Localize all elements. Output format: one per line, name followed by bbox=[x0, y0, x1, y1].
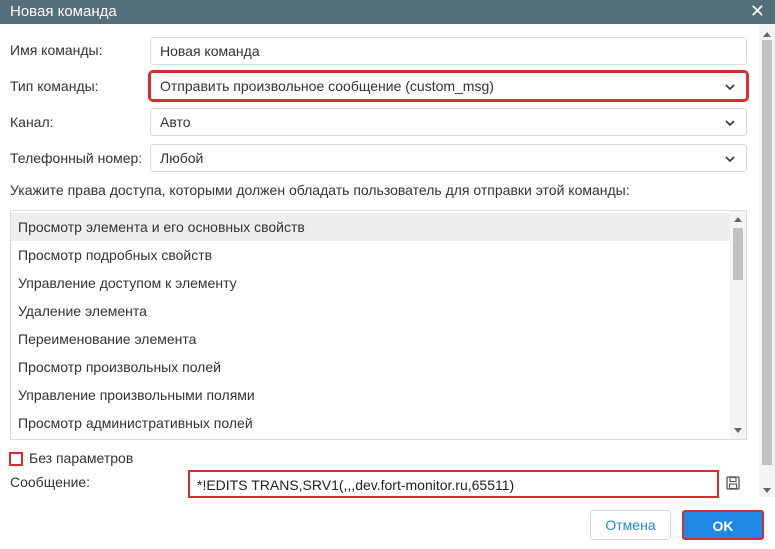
dialog-titlebar: Новая команда ✕ bbox=[0, 0, 775, 24]
scroll-thumb[interactable] bbox=[762, 40, 772, 465]
message-label: Сообщение: bbox=[10, 474, 91, 490]
list-item[interactable]: Просмотр административных полей bbox=[11, 409, 730, 437]
dialog-scrollbar[interactable] bbox=[759, 24, 775, 497]
name-value: Новая команда bbox=[160, 43, 260, 59]
scroll-down-icon[interactable] bbox=[734, 428, 742, 433]
type-select[interactable]: Отправить произвольное сообщение (custom… bbox=[148, 70, 749, 102]
phone-select[interactable]: Любой bbox=[150, 144, 747, 172]
type-label: Тип команды: bbox=[10, 78, 99, 94]
name-label: Имя команды: bbox=[10, 42, 103, 58]
list-item[interactable]: Управление доступом к элементу bbox=[11, 269, 730, 297]
scroll-up-icon[interactable] bbox=[734, 217, 742, 222]
message-value: *!EDITS TRANS,SRV1(,,,dev.fort-monitor.r… bbox=[197, 477, 515, 493]
scroll-thumb[interactable] bbox=[733, 228, 743, 280]
no-params-checkbox[interactable] bbox=[9, 452, 23, 466]
message-input[interactable]: *!EDITS TRANS,SRV1(,,,dev.fort-monitor.r… bbox=[188, 470, 719, 498]
scroll-down-icon[interactable] bbox=[763, 488, 771, 493]
chevron-down-icon bbox=[725, 156, 735, 163]
cancel-button[interactable]: Отмена bbox=[590, 510, 671, 540]
chevron-down-icon bbox=[725, 120, 735, 127]
phone-value: Любой bbox=[160, 150, 204, 166]
rights-list[interactable]: Просмотр элемента и его основных свойств… bbox=[10, 210, 747, 440]
list-item[interactable]: Удаление элемента bbox=[11, 297, 730, 325]
ok-button[interactable]: OK bbox=[682, 510, 764, 540]
scroll-up-icon[interactable] bbox=[763, 32, 771, 37]
list-item[interactable]: Переименование элемента bbox=[11, 325, 730, 353]
save-icon[interactable] bbox=[726, 476, 740, 490]
channel-select[interactable]: Авто bbox=[150, 108, 747, 136]
close-icon[interactable]: ✕ bbox=[750, 2, 765, 20]
list-item[interactable]: Просмотр подробных свойств bbox=[11, 241, 730, 269]
list-item[interactable]: Просмотр элемента и его основных свойств bbox=[11, 213, 730, 241]
type-value: Отправить произвольное сообщение (custom… bbox=[160, 78, 494, 94]
channel-label: Канал: bbox=[10, 114, 54, 130]
list-item[interactable]: Просмотр произвольных полей bbox=[11, 353, 730, 381]
list-scrollbar[interactable] bbox=[730, 211, 746, 439]
name-input[interactable]: Новая команда bbox=[150, 37, 747, 65]
dialog-title: Новая команда bbox=[10, 3, 117, 20]
list-item[interactable]: Управление произвольными полями bbox=[11, 381, 730, 409]
chevron-down-icon bbox=[725, 84, 735, 91]
no-params-label: Без параметров bbox=[29, 450, 134, 466]
rights-hint: Укажите права доступа, которыми должен о… bbox=[10, 182, 630, 198]
channel-value: Авто bbox=[160, 114, 191, 130]
phone-label: Телефонный номер: bbox=[10, 150, 143, 166]
